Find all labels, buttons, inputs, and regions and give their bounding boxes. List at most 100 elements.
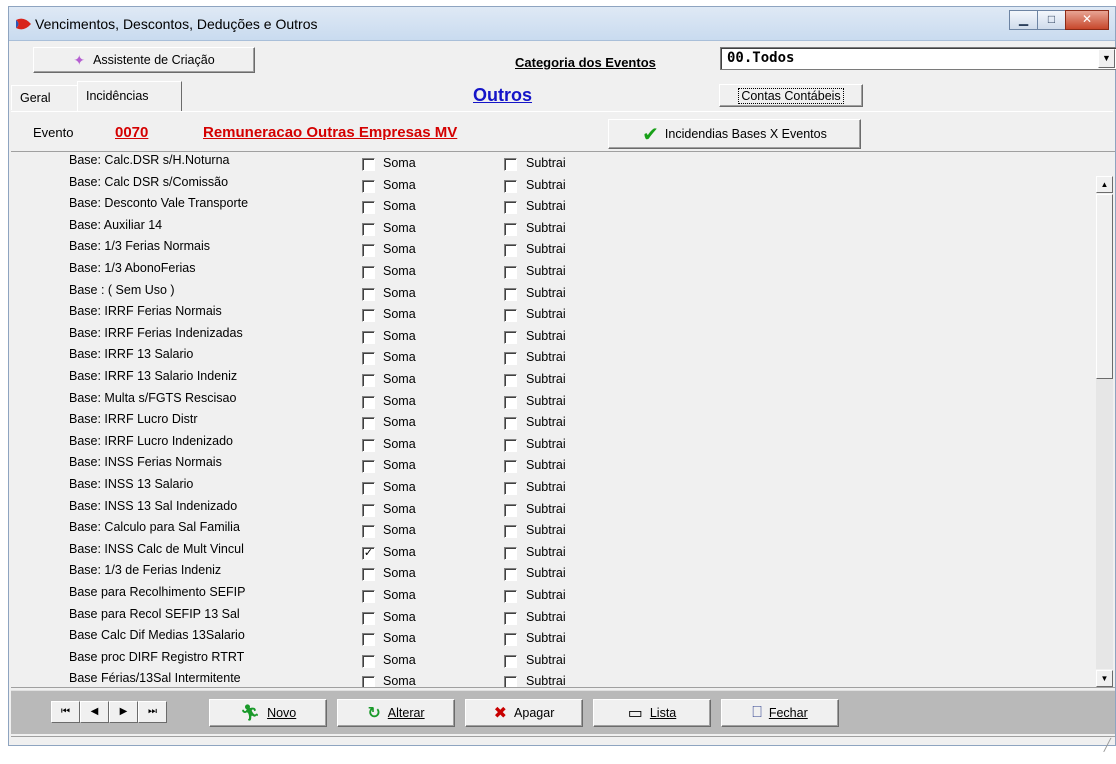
subtrai-checkbox[interactable] — [504, 330, 517, 344]
subtrai-checkbox[interactable] — [504, 503, 517, 517]
soma-label[interactable]: Soma — [383, 307, 416, 321]
soma-label[interactable]: Soma — [383, 458, 416, 472]
scroll-down-icon[interactable]: ▼ — [1096, 670, 1113, 687]
soma-checkbox[interactable] — [362, 654, 375, 668]
soma-label[interactable]: Soma — [383, 221, 416, 235]
subtrai-checkbox[interactable] — [504, 417, 517, 431]
contas-contabeis-button[interactable]: Contas Contábeis — [719, 84, 863, 107]
soma-label[interactable]: Soma — [383, 437, 416, 451]
soma-checkbox[interactable] — [362, 309, 375, 323]
soma-checkbox[interactable] — [362, 633, 375, 647]
soma-label[interactable]: Soma — [383, 480, 416, 494]
soma-label[interactable]: Soma — [383, 523, 416, 537]
subtrai-checkbox[interactable] — [504, 179, 517, 193]
first-record-icon[interactable]: ⏮ — [51, 701, 80, 723]
next-record-icon[interactable]: ▶ — [109, 701, 138, 723]
soma-checkbox[interactable] — [362, 482, 375, 495]
subtrai-checkbox[interactable] — [504, 482, 517, 495]
subtrai-label[interactable]: Subtrai — [526, 156, 566, 170]
subtrai-checkbox[interactable] — [504, 352, 517, 366]
subtrai-checkbox[interactable] — [504, 568, 517, 582]
soma-checkbox[interactable] — [362, 244, 375, 258]
subtrai-label[interactable]: Subtrai — [526, 631, 566, 645]
scroll-up-icon[interactable]: ▲ — [1096, 176, 1113, 193]
subtrai-checkbox[interactable] — [504, 222, 517, 236]
subtrai-checkbox[interactable] — [504, 438, 517, 452]
subtrai-label[interactable]: Subtrai — [526, 458, 566, 472]
soma-checkbox[interactable] — [362, 460, 375, 474]
soma-label[interactable]: Soma — [383, 415, 416, 429]
novo-button[interactable]: 🏃︎ Novo — [209, 699, 327, 727]
resize-grip-icon[interactable]: ╱ — [1104, 738, 1111, 752]
soma-label[interactable]: Soma — [383, 674, 416, 687]
soma-label[interactable]: Soma — [383, 199, 416, 213]
soma-label[interactable]: Soma — [383, 566, 416, 580]
subtrai-label[interactable]: Subtrai — [526, 394, 566, 408]
subtrai-label[interactable]: Subtrai — [526, 545, 566, 559]
apagar-button[interactable]: ✖ Apagar — [465, 699, 583, 727]
soma-checkbox[interactable] — [362, 179, 375, 193]
soma-checkbox[interactable] — [362, 503, 375, 517]
subtrai-label[interactable]: Subtrai — [526, 437, 566, 451]
category-select[interactable]: 00.Todos ▼ — [720, 47, 1116, 70]
subtrai-checkbox[interactable] — [504, 611, 517, 625]
subtrai-label[interactable]: Subtrai — [526, 307, 566, 321]
tab-geral[interactable]: Geral — [11, 85, 77, 110]
soma-label[interactable]: Soma — [383, 545, 416, 559]
soma-label[interactable]: Soma — [383, 264, 416, 278]
close-button[interactable]: ✕ — [1065, 10, 1109, 30]
vertical-scrollbar[interactable]: ▲ ▼ — [1096, 154, 1113, 687]
soma-checkbox[interactable] — [362, 287, 375, 301]
subtrai-label[interactable]: Subtrai — [526, 350, 566, 364]
soma-checkbox[interactable] — [362, 330, 375, 344]
title-bar[interactable]: Vencimentos, Descontos, Deduções e Outro… — [9, 7, 1115, 41]
soma-label[interactable]: Soma — [383, 610, 416, 624]
soma-checkbox[interactable] — [362, 201, 375, 215]
soma-checkbox[interactable] — [362, 676, 375, 687]
subtrai-label[interactable]: Subtrai — [526, 480, 566, 494]
previous-record-icon[interactable]: ◀ — [80, 701, 109, 723]
subtrai-label[interactable]: Subtrai — [526, 264, 566, 278]
subtrai-checkbox[interactable] — [504, 460, 517, 474]
subtrai-checkbox[interactable] — [504, 654, 517, 668]
soma-label[interactable]: Soma — [383, 372, 416, 386]
subtrai-label[interactable]: Subtrai — [526, 329, 566, 343]
tab-incidencias[interactable]: Incidências — [77, 81, 182, 112]
subtrai-label[interactable]: Subtrai — [526, 178, 566, 192]
subtrai-label[interactable]: Subtrai — [526, 286, 566, 300]
chevron-down-icon[interactable]: ▼ — [1098, 49, 1115, 68]
subtrai-checkbox[interactable] — [504, 287, 517, 301]
subtrai-checkbox[interactable] — [504, 546, 517, 560]
subtrai-label[interactable]: Subtrai — [526, 588, 566, 602]
subtrai-checkbox[interactable] — [504, 395, 517, 409]
subtrai-label[interactable]: Subtrai — [526, 199, 566, 213]
last-record-icon[interactable]: ⏭ — [138, 701, 167, 723]
soma-checkbox[interactable] — [362, 525, 375, 539]
subtrai-label[interactable]: Subtrai — [526, 523, 566, 537]
subtrai-checkbox[interactable] — [504, 525, 517, 539]
subtrai-label[interactable]: Subtrai — [526, 566, 566, 580]
subtrai-checkbox[interactable] — [504, 244, 517, 258]
soma-label[interactable]: Soma — [383, 631, 416, 645]
subtrai-checkbox[interactable] — [504, 590, 517, 603]
soma-checkbox[interactable] — [362, 568, 375, 582]
soma-label[interactable]: Soma — [383, 653, 416, 667]
incidencias-bases-button[interactable]: ✔ Incidendias Bases X Eventos — [608, 119, 861, 149]
soma-checkbox[interactable] — [362, 590, 375, 603]
alterar-button[interactable]: ↻ Alterar — [337, 699, 455, 727]
fechar-button[interactable]: ⎕ Fechar — [721, 699, 839, 727]
minimize-button[interactable]: ▁ — [1009, 10, 1038, 30]
soma-label[interactable]: Soma — [383, 329, 416, 343]
soma-checkbox[interactable]: ✓ — [362, 546, 375, 560]
subtrai-checkbox[interactable] — [504, 633, 517, 647]
soma-label[interactable]: Soma — [383, 156, 416, 170]
soma-label[interactable]: Soma — [383, 588, 416, 602]
soma-checkbox[interactable] — [362, 395, 375, 409]
subtrai-label[interactable]: Subtrai — [526, 674, 566, 687]
soma-label[interactable]: Soma — [383, 394, 416, 408]
assistant-button[interactable]: ✦ Assistente de Criação — [33, 47, 255, 73]
soma-label[interactable]: Soma — [383, 242, 416, 256]
subtrai-label[interactable]: Subtrai — [526, 372, 566, 386]
soma-label[interactable]: Soma — [383, 286, 416, 300]
subtrai-label[interactable]: Subtrai — [526, 653, 566, 667]
